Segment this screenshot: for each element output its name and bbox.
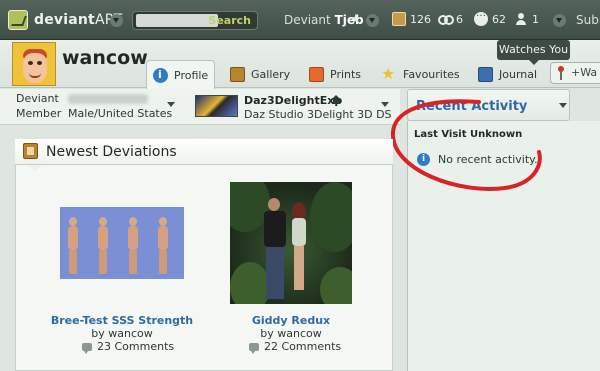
tab-gallery[interactable]: Gallery (224, 60, 296, 88)
figure-body (292, 218, 306, 246)
comments-counter[interactable]: 62 (474, 8, 506, 26)
deviation-author[interactable]: by wancow (220, 327, 362, 340)
deviation-thumbnail[interactable] (230, 182, 352, 304)
chevron-down-icon[interactable] (559, 103, 567, 108)
deviation-title-link[interactable]: Giddy Redux (220, 314, 362, 327)
newest-deviations-title[interactable]: Newest Deviations (46, 144, 177, 160)
deviation-icon (392, 12, 406, 26)
deviantart-logo[interactable]: deviantART (8, 9, 122, 31)
comment-icon (82, 342, 92, 354)
avatar-face (23, 53, 47, 83)
group-thumbnail[interactable] (195, 95, 238, 117)
activity-icon (514, 12, 528, 26)
watch-button[interactable]: +Wa (550, 62, 600, 84)
avatar[interactable] (12, 42, 56, 86)
search-box[interactable]: Search (132, 11, 258, 30)
figure-head (268, 198, 280, 211)
figure (66, 217, 80, 275)
gallery-icon (230, 66, 245, 82)
figure-legs (294, 246, 304, 290)
info-icon (153, 67, 168, 83)
journal-icon (478, 66, 493, 82)
profile-username[interactable]: wancow (62, 47, 148, 69)
member-type-label-2: Member (16, 107, 62, 120)
logo-menu-dropdown-icon[interactable] (110, 14, 123, 27)
figure-body (264, 211, 286, 247)
comment-icon (249, 342, 259, 354)
user-menu-dropdown-icon[interactable] (366, 14, 379, 27)
user-location: Male/United States (68, 107, 173, 120)
deviation-comments-link[interactable]: 22 Comments (249, 340, 341, 354)
avatar-eye (28, 61, 33, 65)
deviation-comments-link[interactable]: 23 Comments (82, 340, 174, 354)
deviation-icon (23, 143, 38, 159)
foliage (320, 267, 352, 304)
deviation-thumbnail[interactable] (60, 207, 184, 279)
watches-you-tooltip: Watches You (497, 40, 570, 65)
comment-icon (474, 8, 488, 26)
chevron-down-icon[interactable] (167, 102, 175, 107)
watch-icon (438, 12, 454, 26)
header-notch (28, 165, 42, 172)
tab-profile[interactable]: Profile (146, 60, 216, 89)
tab-favourites[interactable]: Favourites (376, 60, 466, 88)
prints-icon (309, 66, 324, 82)
figure (156, 217, 170, 275)
search-input[interactable] (136, 14, 218, 27)
real-name-blurred (68, 94, 148, 104)
tab-prints[interactable]: Prints (303, 60, 367, 88)
submit-link[interactable]: Subr (576, 13, 600, 27)
home-icon (332, 95, 341, 104)
deviations-counter[interactable]: 126 (392, 12, 431, 26)
star-icon (381, 64, 397, 83)
deviation-title-link[interactable]: Bree-Test SSS Strength (40, 314, 204, 327)
figure (96, 217, 110, 275)
group-name[interactable]: Daz3DelightExp (244, 94, 342, 107)
member-type-label: Deviant (16, 92, 59, 105)
watch-counter[interactable]: 6 (438, 12, 463, 26)
deviation-author[interactable]: by wancow (40, 327, 204, 340)
avatar-eye (37, 61, 42, 65)
tab-journal[interactable]: Journal (472, 60, 543, 88)
figure (126, 217, 140, 275)
activity-counter[interactable]: 1 (514, 12, 539, 26)
group-subtitle: Daz Studio 3Delight 3D DS (244, 108, 392, 121)
figure-legs (266, 247, 284, 299)
deviantart-logo-icon (8, 10, 28, 30)
search-button[interactable]: Search (208, 14, 251, 27)
notifications-dropdown-icon[interactable] (553, 14, 566, 27)
pin-icon (556, 66, 566, 80)
foliage (230, 262, 270, 304)
red-annotation-circle (390, 99, 542, 191)
star-icon[interactable]: ★ (350, 12, 362, 27)
foliage (310, 182, 352, 252)
